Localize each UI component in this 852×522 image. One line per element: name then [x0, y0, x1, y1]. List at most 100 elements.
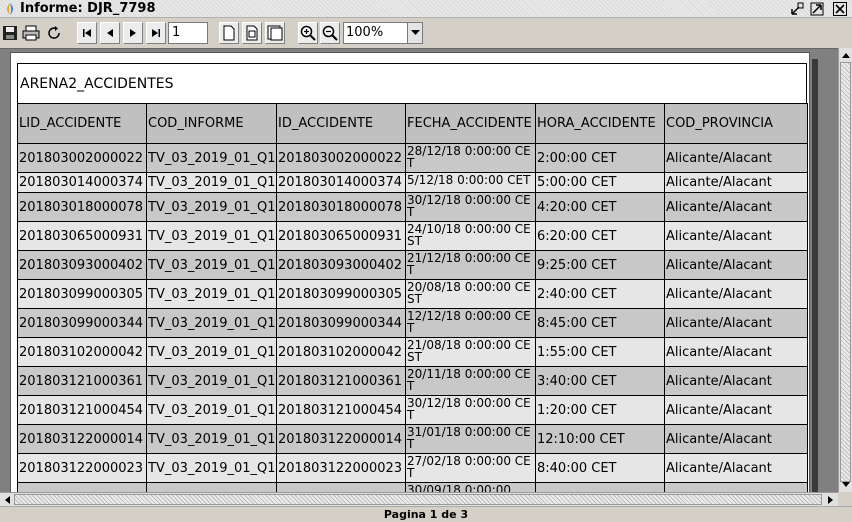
table-cell: 201803121000361 [17, 366, 147, 396]
table-cell: Alicante/Alacant [664, 143, 808, 173]
table-cell: 201803099000344 [276, 308, 406, 338]
table-cell: 24/10/18 0:00:00 CEST [405, 221, 536, 251]
table-cell: TV_03_2019_01_Q1 [146, 424, 277, 454]
table-cell: 4:20:00 CET [535, 192, 665, 222]
table-row: 201803122000014 TV_03_2019_01_Q1 201803122… [17, 424, 808, 454]
scroll-down-icon[interactable] [840, 478, 852, 490]
printer-icon [22, 25, 40, 41]
table-cell: TV_03_2019_01_Q1 [146, 172, 277, 193]
table-cell: 30/09/18 0:00:00 [405, 482, 536, 492]
zoom-out-icon [322, 25, 338, 41]
scroll-left-icon[interactable] [1, 494, 13, 506]
previous-page-button[interactable] [100, 22, 120, 44]
table-cell: 2:40:00 CET [535, 279, 665, 309]
fit-width-button[interactable] [242, 22, 262, 44]
table-cell: 5:00:00 CET [535, 172, 665, 193]
table-cell: TV_03_2019_01_Q1 [146, 308, 277, 338]
actual-size-button[interactable] [219, 22, 239, 44]
table-cell: Alicante/Alacant [664, 308, 808, 338]
floppy-icon [3, 26, 17, 40]
table-cell [535, 482, 665, 492]
table-cell: TV_03_2019_01_Q1 [146, 143, 277, 173]
scroll-right-icon[interactable] [824, 494, 836, 506]
table-cell: 20/11/18 0:00:00 CET [405, 366, 536, 396]
report-title: ARENA2_ACCIDENTES [20, 76, 174, 92]
table-cell: TV_03_2019_01_Q1 [146, 221, 277, 251]
vertical-scroll-thumb[interactable] [840, 62, 851, 482]
report-table: LID_ACCIDENTE COD_INFORME ID_ACCIDENTE F… [17, 103, 808, 492]
table-cell: 12:10:00 CET [535, 424, 665, 454]
table-row: 201803099000305 TV_03_2019_01_Q1 201803099… [17, 279, 808, 309]
table-cell: Alicante/Alacant [664, 221, 808, 251]
zoom-select[interactable]: 100% [343, 22, 423, 44]
table-cell: 12/12/18 0:00:00 CET [405, 308, 536, 338]
print-button[interactable] [21, 22, 41, 44]
table-cell: TV_03_2019_01_Q1 [146, 279, 277, 309]
reload-button[interactable] [44, 22, 64, 44]
fit-width-icon [246, 25, 258, 41]
fit-page-button[interactable] [265, 22, 285, 44]
table-cell: 1:55:00 CET [535, 337, 665, 367]
scroll-up-icon[interactable] [840, 49, 852, 61]
table-cell: 201803099000344 [17, 308, 147, 338]
last-page-icon [152, 29, 160, 37]
column-header: ID_ACCIDENTE [276, 103, 406, 144]
table-cell: 201803122000014 [276, 424, 406, 454]
save-button[interactable] [0, 22, 20, 44]
table-row: 201803065000931 TV_03_2019_01_Q1 201803065… [17, 221, 808, 251]
table-row: 201803121000454 TV_03_2019_01_Q1 201803121… [17, 395, 808, 425]
refresh-icon [48, 26, 60, 39]
table-cell [146, 482, 277, 492]
report-viewport[interactable]: ARENA2_ACCIDENTES LID_ACCIDENTE COD_INFO… [0, 48, 838, 492]
report-title-box: ARENA2_ACCIDENTES [17, 63, 807, 103]
table-cell: Alicante/Alacant [664, 250, 808, 280]
table-cell: 201803065000931 [276, 221, 406, 251]
table-row: 201803121000361 TV_03_2019_01_Q1 201803121… [17, 366, 808, 396]
page-number-input[interactable]: 1 [168, 22, 208, 44]
table-cell: Alicante/Alacant [664, 366, 808, 396]
table-cell: Alicante/Alacant [664, 395, 808, 425]
next-page-button[interactable] [123, 22, 143, 44]
table-cell: 201803018000078 [276, 192, 406, 222]
table-cell: 201803093000402 [276, 250, 406, 280]
zoom-in-icon [300, 25, 316, 41]
table-cell [276, 482, 406, 492]
table-row: 201803099000344 TV_03_2019_01_Q1 201803099… [17, 308, 808, 338]
table-cell: 2:00:00 CET [535, 143, 665, 173]
maximize-icon[interactable] [810, 2, 824, 16]
table-cell: Alicante/Alacant [664, 453, 808, 483]
close-icon[interactable] [833, 2, 847, 16]
table-cell: TV_03_2019_01_Q1 [146, 366, 277, 396]
vertical-scrollbar[interactable] [838, 48, 852, 492]
table-cell: 201803122000014 [17, 424, 147, 454]
table-cell: 201803018000078 [17, 192, 147, 222]
table-cell: 21/12/18 0:00:00 CET [405, 250, 536, 280]
table-cell: 201803093000402 [17, 250, 147, 280]
chevron-down-icon[interactable] [407, 23, 422, 43]
last-page-button[interactable] [146, 22, 166, 44]
table-cell: 201803122000023 [276, 453, 406, 483]
report-viewer-window: Informe: DJR_7798 1 100% ARENA2_ACCIDENT… [0, 0, 852, 522]
table-row: 201803093000402 TV_03_2019_01_Q1 201803093… [17, 250, 808, 280]
column-header: COD_PROVINCIA [664, 103, 808, 144]
zoom-in-button[interactable] [298, 22, 318, 44]
previous-page-icon [107, 29, 113, 37]
fit-page-icon [267, 25, 283, 41]
first-page-button[interactable] [77, 22, 97, 44]
table-cell: 201803122000023 [17, 453, 147, 483]
table-cell: 201803014000374 [17, 172, 147, 193]
minimize-icon[interactable] [790, 2, 804, 16]
column-header: HORA_ACCIDENTE [535, 103, 665, 144]
table-cell: 201803065000931 [17, 221, 147, 251]
table-cell: 201803099000305 [17, 279, 147, 309]
zoom-out-button[interactable] [320, 22, 340, 44]
table-cell: Alicante/Alacant [664, 337, 808, 367]
table-cell: 6:20:00 CET [535, 221, 665, 251]
toolbar: 1 100% [0, 19, 852, 47]
table-row: 201803014000374 TV_03_2019_01_Q1 201803014… [17, 172, 808, 193]
table-row: 201803122000023 TV_03_2019_01_Q1 201803122… [17, 453, 808, 483]
horizontal-scroll-thumb[interactable] [14, 494, 822, 505]
table-cell: 20/08/18 0:00:00 CEST [405, 279, 536, 309]
table-cell: 31/01/18 0:00:00 CET [405, 424, 536, 454]
horizontal-scrollbar[interactable] [0, 492, 838, 506]
